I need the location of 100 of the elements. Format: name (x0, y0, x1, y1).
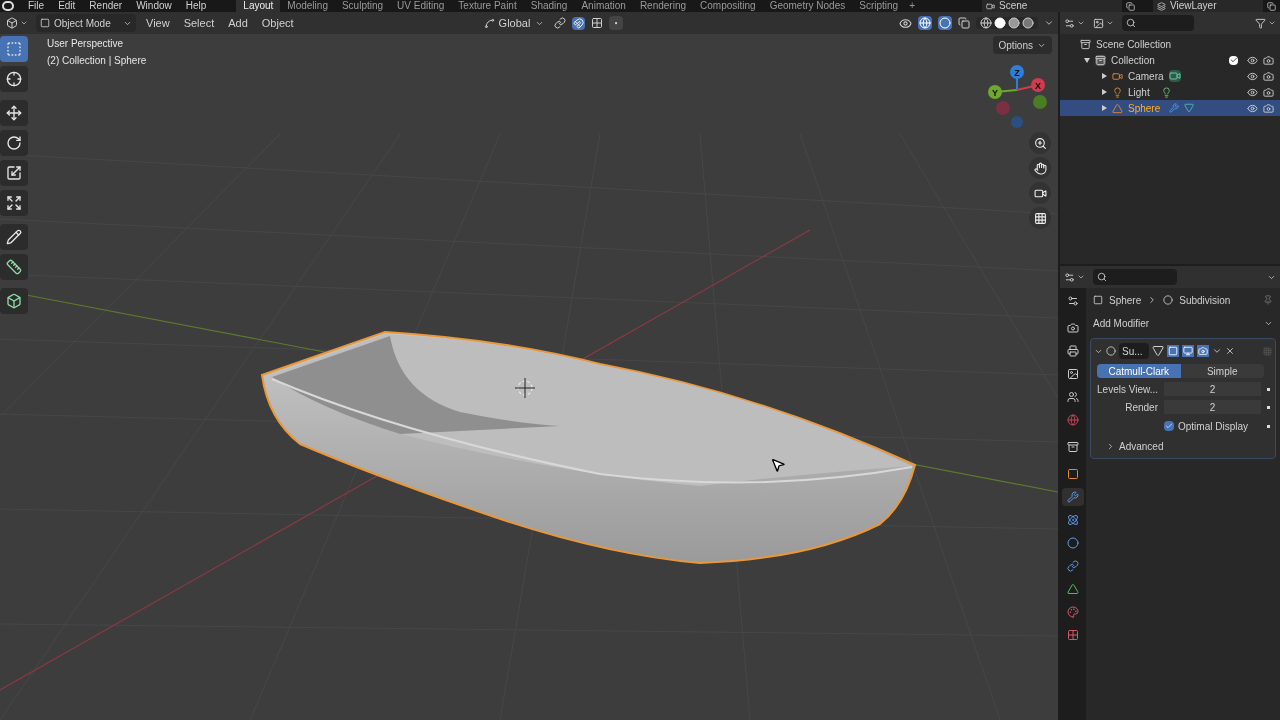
workspace-tab[interactable]: Layout (236, 0, 281, 12)
material-shading-icon (1008, 17, 1020, 29)
outliner-row[interactable]: Sphere (1060, 100, 1280, 116)
image-icon (1067, 368, 1079, 380)
tool-button[interactable] (0, 190, 28, 216)
mode-dropdown[interactable]: Object Mode (36, 14, 136, 32)
menu-item[interactable]: Window (136, 1, 172, 11)
menu-item[interactable]: Edit (58, 1, 76, 11)
origin-icon (514, 377, 536, 399)
eye-icon (1247, 102, 1258, 114)
tool-button[interactable] (0, 66, 28, 92)
modifier-name-field[interactable]: Su... (1119, 343, 1149, 359)
tool-button[interactable] (0, 160, 28, 186)
tool-button[interactable] (0, 288, 28, 314)
editor-type-button[interactable] (1064, 271, 1085, 283)
menu-item[interactable]: Help (185, 1, 207, 11)
visibility-icon (899, 16, 912, 30)
negative-z-dot (1011, 116, 1023, 128)
add-modifier-dropdown[interactable]: Add Modifier (1090, 314, 1276, 332)
caret-icon (1044, 18, 1054, 28)
editor-type-button[interactable] (1064, 17, 1085, 29)
negative-y-dot (1033, 95, 1047, 109)
workspace-tab[interactable]: Shading (523, 0, 575, 12)
breadcrumb-item: Subdivision (1179, 293, 1231, 308)
tool-button[interactable] (0, 130, 28, 156)
negative-x-dot (996, 101, 1010, 115)
caret-icon (1106, 19, 1114, 27)
tool-button[interactable] (0, 224, 28, 250)
add-workspace-button[interactable]: + (905, 1, 919, 11)
eye-icon (1247, 70, 1258, 82)
viewport-info-text: (2) Collection | Sphere (47, 54, 147, 68)
light-data-icon (1161, 86, 1172, 98)
menu-item[interactable]: File (28, 1, 45, 11)
filter-button[interactable] (1255, 17, 1276, 29)
outliner-row[interactable]: Collection (1060, 52, 1280, 68)
field-label: Levels View... (1096, 382, 1158, 397)
axis-label: Y (992, 87, 998, 98)
workspace-tab[interactable]: Texture Paint (451, 0, 524, 12)
checkbox[interactable] (1164, 421, 1174, 431)
wrench-icon (1067, 491, 1079, 503)
link-icon (553, 17, 566, 29)
workspace-tab[interactable]: UV Editing (390, 0, 452, 12)
circle-icon (1067, 537, 1079, 549)
caret-icon (1077, 273, 1085, 281)
checkbox-label: Optimal Display (1178, 419, 1249, 434)
orientation-dropdown[interactable]: Global (479, 14, 548, 32)
workspace-tab[interactable]: Compositing (693, 0, 763, 12)
box-icon (1067, 441, 1079, 453)
globe-icon (1067, 414, 1079, 426)
expand-arrow-icon (1101, 89, 1107, 95)
eye-icon (1247, 86, 1258, 98)
modifier-icon (1163, 295, 1174, 305)
expand-arrow-icon (1101, 73, 1107, 79)
workspace-tab[interactable]: Modeling (280, 0, 335, 12)
breadcrumb-item: Sphere (1109, 293, 1142, 308)
workspace-tab[interactable]: Scripting (852, 0, 906, 12)
box-icon (1080, 38, 1091, 50)
modifier-icon (1106, 346, 1116, 356)
scene-selector[interactable]: Scene (982, 0, 1122, 12)
field-label: Render (1124, 400, 1158, 415)
workspace-tab[interactable]: Geometry Nodes (762, 0, 853, 12)
search-icon (1097, 272, 1107, 282)
mesh-data-icon (1184, 103, 1194, 113)
viewport-menu[interactable]: Select (179, 14, 219, 32)
number-field[interactable]: 2 (1164, 400, 1261, 414)
box-icon (1095, 54, 1106, 66)
outliner-row[interactable]: Camera (1060, 68, 1280, 84)
caret-icon (1077, 19, 1085, 27)
display-mode-button[interactable] (1093, 17, 1114, 29)
options-dropdown[interactable]: Options (992, 36, 1052, 54)
viewport-menu[interactable]: Add (224, 14, 252, 32)
outliner-root-label[interactable]: Scene Collection (1096, 36, 1172, 52)
square-icon (40, 18, 50, 28)
square-icon (1067, 468, 1079, 480)
tool-button[interactable] (0, 254, 28, 280)
layers-icon (1157, 1, 1166, 11)
rendered-shading-icon (1022, 17, 1034, 29)
viewport-menu[interactable]: View (142, 14, 174, 32)
workspace-tab[interactable]: Rendering (632, 0, 694, 12)
number-field[interactable]: 2 (1164, 382, 1261, 396)
search-icon (1126, 18, 1136, 28)
tool-button[interactable] (0, 100, 28, 126)
transform-icon (6, 195, 22, 211)
workspace-tab[interactable]: Sculpting (334, 0, 391, 12)
outliner-row[interactable]: Light (1060, 84, 1280, 100)
crosshair-icon (6, 71, 22, 87)
subdivision-type-tab[interactable]: Catmull-Clark (1097, 364, 1181, 378)
view-layer-selector[interactable]: ViewLayer (1153, 0, 1263, 12)
viewport-menu[interactable]: Object (257, 14, 298, 32)
caret-icon (1268, 19, 1276, 27)
drag-handle-icon (1263, 346, 1272, 356)
search-field[interactable] (1122, 15, 1194, 31)
workspace-tab[interactable]: Animation (574, 0, 633, 12)
search-field[interactable] (1093, 269, 1177, 285)
subdivision-type-tab[interactable]: Simple (1180, 364, 1264, 378)
ruler-icon (6, 259, 22, 275)
triangle-icon (1112, 102, 1123, 114)
pin-icon (1263, 295, 1273, 305)
advanced-subpanel-header[interactable]: Advanced (1094, 438, 1272, 454)
menu-item[interactable]: Render (89, 1, 123, 11)
